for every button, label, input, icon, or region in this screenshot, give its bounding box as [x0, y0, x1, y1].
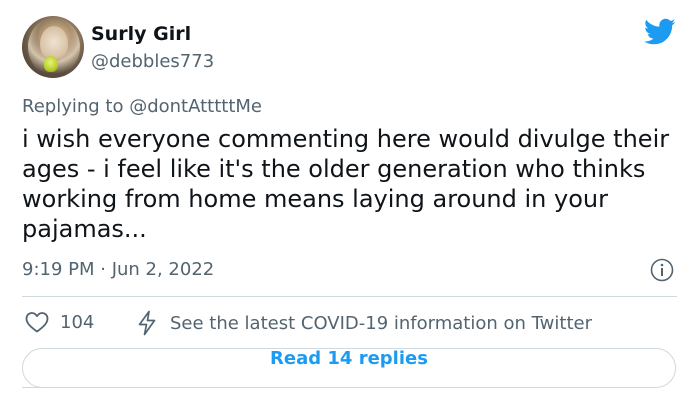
twitter-bird-icon[interactable] — [644, 18, 676, 46]
covid-info-text: See the latest COVID-19 information on T… — [170, 312, 592, 334]
divider — [22, 296, 677, 297]
replying-to-line: Replying to @dontAtttttMe — [22, 96, 262, 117]
tweet-timestamp[interactable]: 9:19 PM · Jun 2, 2022 — [22, 259, 214, 280]
read-more-button[interactable]: Read 14 replies — [22, 348, 676, 388]
heart-icon — [25, 312, 49, 333]
reply-to-mention[interactable]: @dontAtttttMe — [129, 96, 262, 117]
replying-to-label: Replying to — [22, 96, 130, 117]
avatar-glass — [44, 56, 58, 72]
author-display-name[interactable]: Surly Girl — [91, 23, 191, 45]
like-count: 104 — [60, 311, 95, 333]
avatar[interactable] — [22, 16, 84, 78]
info-icon[interactable] — [650, 258, 674, 282]
covid-info-link[interactable]: See the latest COVID-19 information on T… — [136, 310, 592, 336]
like-button[interactable]: 104 — [24, 310, 94, 334]
read-more-label: Read 14 replies — [270, 348, 428, 369]
read-more-border-fragment — [22, 387, 118, 388]
lightning-bolt-icon — [138, 310, 156, 336]
tweet-text: i wish everyone commenting here would di… — [22, 125, 670, 243]
cropped-area — [0, 388, 700, 411]
author-handle[interactable]: @debbles773 — [91, 51, 214, 72]
